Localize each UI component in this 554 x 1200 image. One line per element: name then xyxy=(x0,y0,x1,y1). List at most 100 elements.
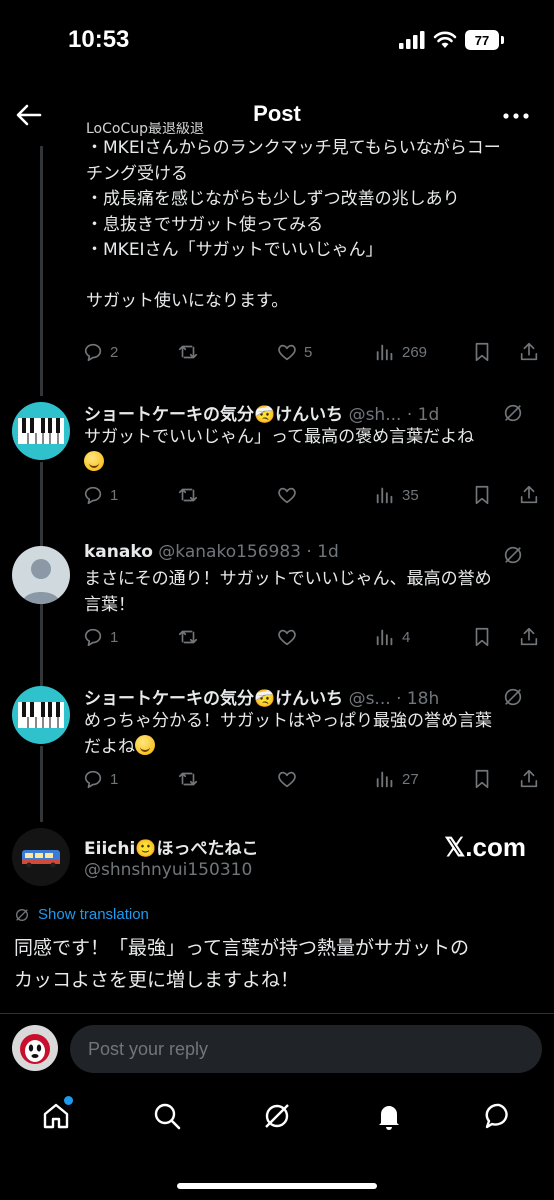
views-button[interactable]: 35 xyxy=(374,484,419,506)
home-indicator xyxy=(177,1183,377,1189)
reply-text-line: まさにその通り！サガットでいいじゃん、最高の誉め xyxy=(84,569,492,589)
status-time: 10:53 xyxy=(68,26,130,53)
smile-emoji xyxy=(135,735,155,755)
tab-home[interactable] xyxy=(40,1096,73,1132)
bookmark-button[interactable] xyxy=(471,341,493,363)
avatar[interactable] xyxy=(12,686,70,744)
reply-button[interactable]: 2 xyxy=(82,341,118,363)
share-button[interactable] xyxy=(518,484,540,506)
post-text-line: ・MKEIさんからのランクマッチ見てもらいながらコー xyxy=(86,138,501,158)
reply-text: サガットでいいじゃん」って最高の褒め言葉だよね xyxy=(84,424,534,476)
tab-messages[interactable] xyxy=(483,1100,515,1132)
notifications-icon xyxy=(379,1106,399,1130)
source-label: 𝕏.com xyxy=(444,832,526,862)
view-count: 35 xyxy=(402,486,419,504)
share-button[interactable] xyxy=(518,341,540,363)
grok-icon[interactable] xyxy=(502,686,524,708)
post-time: · 1d xyxy=(406,405,440,425)
main-post-text: LoCoCup最退級退 ・MKEIさんからのランクマッチ見てもらいながらコー チ… xyxy=(86,122,546,315)
share-button[interactable] xyxy=(518,626,540,648)
post-text-line: 同感です！「最強」って言葉が持つ熱量がサガットの xyxy=(14,937,470,959)
status-icons: 77 xyxy=(399,30,504,50)
tab-grok[interactable] xyxy=(261,1100,293,1132)
post-text-line: ・息抜きでサガット使ってみる xyxy=(86,214,324,235)
bookmark-icon xyxy=(475,769,489,789)
author-name[interactable]: ショートケーキの気分🤕けんいち xyxy=(84,689,343,709)
reply-count: 1 xyxy=(110,770,119,788)
bookmark-icon xyxy=(475,485,489,505)
post-time: · 18h xyxy=(396,689,440,709)
my-avatar[interactable] xyxy=(12,1025,58,1071)
show-translation-button[interactable]: Show translation xyxy=(14,906,149,923)
repost-button[interactable] xyxy=(177,484,199,506)
author-handle[interactable]: @s... xyxy=(349,689,391,709)
author-handle[interactable]: @kanako156983 xyxy=(158,542,301,562)
like-button[interactable] xyxy=(276,626,298,648)
reply-input[interactable] xyxy=(70,1025,542,1073)
author-name[interactable]: ショートケーキの気分🤕けんいち xyxy=(84,405,343,425)
repost-button[interactable] xyxy=(177,626,199,648)
reply-button[interactable]: 1 xyxy=(82,626,118,648)
post-text-line: ・成長痛を感じながらも少しずつ改善の兆しあり xyxy=(86,189,460,209)
main-post-actions: 2 5 269 xyxy=(82,341,542,369)
thread-line xyxy=(40,146,43,396)
reply-text: まさにその通り！サガットでいいじゃん、最高の誉め 言葉！ xyxy=(84,566,534,618)
reply-button[interactable]: 1 xyxy=(82,484,118,506)
bookmark-button[interactable] xyxy=(471,768,493,790)
smile-emoji xyxy=(84,451,104,471)
post-time: · 1d xyxy=(306,542,339,562)
analytics-icon xyxy=(376,771,393,788)
tab-search[interactable] xyxy=(151,1100,183,1132)
author-handle[interactable]: @sh... xyxy=(349,405,402,425)
post-text-line: LoCoCup最退級退 xyxy=(86,122,204,136)
repost-button[interactable] xyxy=(177,341,199,363)
heart-icon xyxy=(278,344,296,361)
reply-actions: 1 27 xyxy=(82,768,542,796)
author-name[interactable]: kanako xyxy=(84,542,153,562)
like-button[interactable]: 5 xyxy=(276,341,312,363)
avatar[interactable] xyxy=(12,546,70,604)
reply-text: めっちゃ分かる！サガットはやっぱり最強の誉め言葉 だよね xyxy=(84,708,534,760)
like-button[interactable] xyxy=(276,484,298,506)
analytics-icon xyxy=(376,344,393,361)
view-count: 4 xyxy=(402,628,411,646)
reply-text-line: めっちゃ分かる！サガットはやっぱり最強の誉め言葉 xyxy=(84,711,492,731)
view-count: 27 xyxy=(402,770,419,788)
reply-header: ショートケーキの気分🤕けんいち @sh... · 1d xyxy=(84,400,504,425)
share-icon xyxy=(520,627,538,646)
bookmark-button[interactable] xyxy=(471,626,493,648)
repost-icon xyxy=(178,488,198,502)
like-count: 5 xyxy=(304,343,313,361)
avatar[interactable] xyxy=(12,402,70,460)
heart-icon xyxy=(278,487,296,504)
author-handle[interactable]: @shnshnyui150310 xyxy=(84,860,252,880)
signal-icon xyxy=(399,31,425,49)
post-text-line: ・MKEIさん「サガットでいいじゃん」 xyxy=(86,240,383,260)
share-button[interactable] xyxy=(518,768,540,790)
messages-icon xyxy=(485,1103,508,1129)
status-bar: 10:53 77 xyxy=(0,0,554,84)
bookmark-icon xyxy=(475,627,489,647)
views-button[interactable]: 4 xyxy=(374,626,410,648)
tab-notifications[interactable] xyxy=(373,1100,405,1132)
reply-text-line: だよね xyxy=(84,737,135,757)
views-button[interactable]: 27 xyxy=(374,768,419,790)
repost-button[interactable] xyxy=(177,768,199,790)
repost-icon xyxy=(178,630,198,644)
author-name[interactable]: Eiichi🙂ほっぺたねこ xyxy=(84,834,258,859)
views-button[interactable]: 269 xyxy=(374,341,427,363)
like-button[interactable] xyxy=(276,768,298,790)
grok-icon[interactable] xyxy=(502,544,524,566)
battery-indicator: 77 xyxy=(465,30,499,50)
avatar[interactable] xyxy=(12,828,70,886)
bookmark-button[interactable] xyxy=(471,484,493,506)
repost-icon xyxy=(178,772,198,786)
battery-tip xyxy=(501,36,504,44)
reply-actions: 1 35 xyxy=(82,484,542,512)
reply-count: 1 xyxy=(110,628,119,646)
grok-icon[interactable] xyxy=(502,402,524,424)
reply-icon xyxy=(84,486,102,505)
reply-button[interactable]: 1 xyxy=(82,768,118,790)
post-text-line xyxy=(86,264,546,290)
share-icon xyxy=(520,769,538,788)
